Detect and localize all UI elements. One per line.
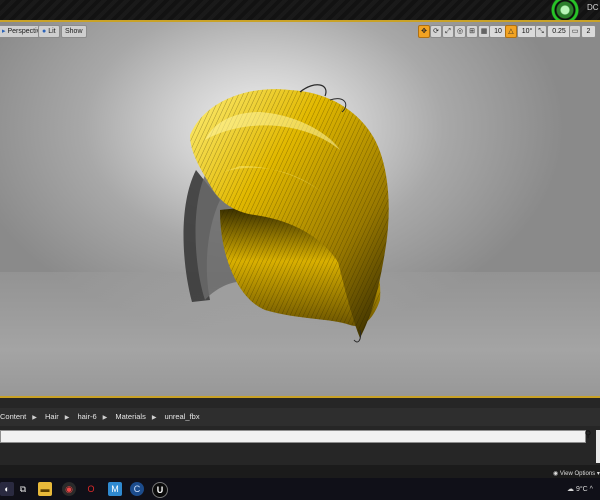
lit-label: Lit [48,28,56,35]
weather-widget[interactable]: ☁ 9°C ^ [567,485,593,493]
camera-speed-icon[interactable]: ▭ [569,25,581,38]
breadcrumb-unreal-fbx[interactable]: unreal_fbx [165,412,200,421]
view-options-label: View Options [559,471,596,477]
title-bar-pattern [0,0,600,22]
breadcrumb: Content ▶ Hair ▶ hair-6 ▶ Materials ▶ unreal… [0,408,600,426]
breadcrumb-separator-icon: ▶ [102,415,108,421]
app-m-icon[interactable]: M [108,482,122,496]
task-view-icon[interactable]: ⧉ [16,482,30,496]
camera-speed-value[interactable]: 2 [581,25,596,38]
scale-snap-icon[interactable]: ⤡ [535,25,547,38]
lit-icon: ● [42,28,47,35]
hair-mesh[interactable] [0,22,600,398]
show-button[interactable]: Show [61,25,87,38]
window-title: DC [587,3,599,12]
file-explorer-icon[interactable]: ▬ [38,482,52,496]
eye-icon: ◉ [553,471,559,477]
rotation-snap-value[interactable]: 10° [517,25,537,38]
weather-temperature: 9°C [575,486,588,493]
tray-chevron-icon: ^ [589,486,593,493]
breadcrumb-materials[interactable]: Materials [115,412,145,421]
scale-tool-icon[interactable]: ⤢ [442,25,454,38]
level-viewport[interactable]: ▸ Perspective ● Lit Show ✥ ⟳ ⤢ ◎ ⊞ ▦ 10 … [0,22,600,398]
user-avatar-icon[interactable]: ◐ [0,482,14,496]
asset-search-input[interactable] [0,430,586,443]
rotation-snap-icon[interactable]: △ [505,25,517,38]
breadcrumb-content[interactable]: Content [0,412,26,421]
app-c-icon[interactable]: C [130,482,144,496]
surface-snap-icon[interactable]: ⊞ [466,25,478,38]
world-space-icon[interactable]: ◎ [454,25,466,38]
title-bar: DC [0,0,600,22]
breadcrumb-separator-icon: ▶ [32,415,37,421]
breadcrumb-separator-icon: ▶ [64,415,70,421]
weather-cloud-icon: ☁ [567,486,574,493]
rotate-tool-icon[interactable]: ⟳ [430,25,442,38]
lit-button[interactable]: ● Lit [38,25,60,38]
scale-snap-value[interactable]: 0.25 [547,25,571,38]
unreal-engine-taskbar-icon[interactable]: U [152,482,168,498]
opera-icon[interactable]: O [84,482,98,496]
breadcrumb-hair-6[interactable]: hair-6 [77,412,96,421]
show-label: Show [65,28,83,35]
chrome-icon[interactable]: ◉ [62,482,76,496]
view-options-button[interactable]: ◉ View Options ▾ [553,470,600,477]
breadcrumb-separator-icon: ▶ [151,415,157,421]
unreal-logo-icon[interactable] [551,0,579,22]
search-icon[interactable]: ⚲ [583,429,593,439]
details-panel-edge [596,430,600,463]
breadcrumb-hair[interactable]: Hair [45,412,59,421]
translate-tool-icon[interactable]: ✥ [418,25,430,38]
